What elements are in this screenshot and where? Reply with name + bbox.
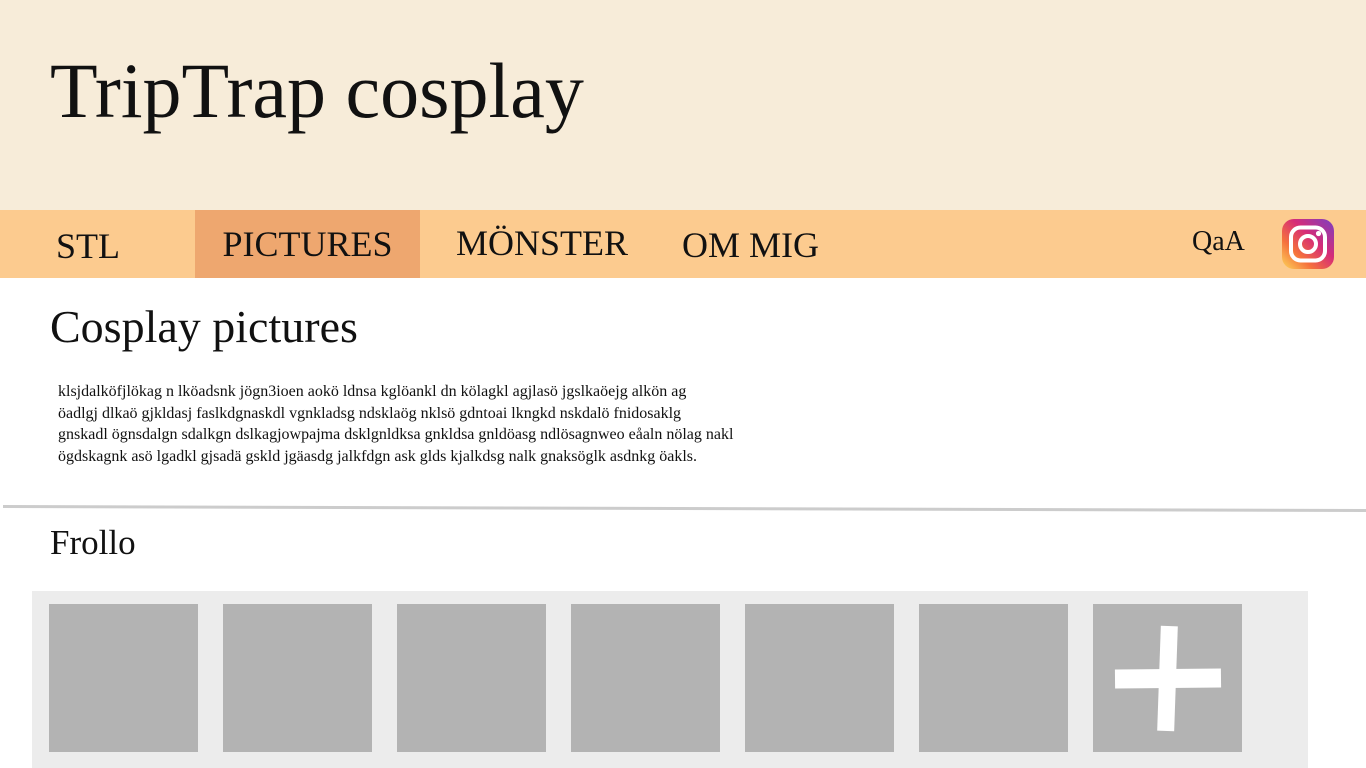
nav-item-label: PICTURES xyxy=(222,224,393,264)
main-nav: STL PICTURES MÖNSTER OM MIG QaA xyxy=(0,210,1366,278)
gallery-thumbnail[interactable] xyxy=(919,604,1068,752)
nav-item-stl[interactable]: STL xyxy=(56,210,120,278)
nav-item-qaa[interactable]: QaA xyxy=(1192,210,1245,278)
gallery-title: Frollo xyxy=(50,523,136,562)
plus-icon-bar xyxy=(1114,668,1222,689)
nav-item-label: MÖNSTER xyxy=(456,223,629,263)
gallery-thumbnail[interactable] xyxy=(397,604,546,752)
intro-text: klsjdalköfjlökag n lköadsnk jögn3ioen ao… xyxy=(58,381,848,467)
section-divider xyxy=(2,505,1366,513)
photo-gallery xyxy=(32,591,1308,768)
intro-line: klsjdalköfjlökag n lköadsnk jögn3ioen ao… xyxy=(58,383,687,400)
instagram-logo xyxy=(1282,219,1334,269)
nav-item-label: OM MIG xyxy=(682,225,820,265)
gallery-thumbnail[interactable] xyxy=(571,604,720,752)
nav-item-monster[interactable]: MÖNSTER xyxy=(456,210,628,278)
gallery-thumbnail[interactable] xyxy=(49,604,198,752)
nav-item-om-mig[interactable]: OM MIG xyxy=(682,210,819,278)
gallery-thumbnail[interactable] xyxy=(223,604,372,752)
gallery-thumbnail[interactable] xyxy=(745,604,894,752)
nav-item-label: QaA xyxy=(1192,226,1245,257)
intro-line: ögdskagnk asö lgadkl gjsadä gskld jgäasd… xyxy=(58,447,698,465)
intro-line: öadlgj dlkaö gjkldasj faslkdgnaskdl vgnk… xyxy=(58,404,682,422)
instagram-icon[interactable] xyxy=(1281,218,1335,270)
site-header: TripTrap cosplay xyxy=(0,0,1366,210)
nav-item-pictures[interactable]: PICTURES xyxy=(195,210,420,278)
page-heading: Cosplay pictures xyxy=(50,301,358,352)
add-picture-button[interactable] xyxy=(1093,604,1242,752)
site-title: TripTrap cosplay xyxy=(50,47,584,134)
intro-line: gnskadl ögnsdalgn sdalkgn dslkagjowpajma… xyxy=(58,426,734,443)
nav-item-label: STL xyxy=(56,226,121,266)
